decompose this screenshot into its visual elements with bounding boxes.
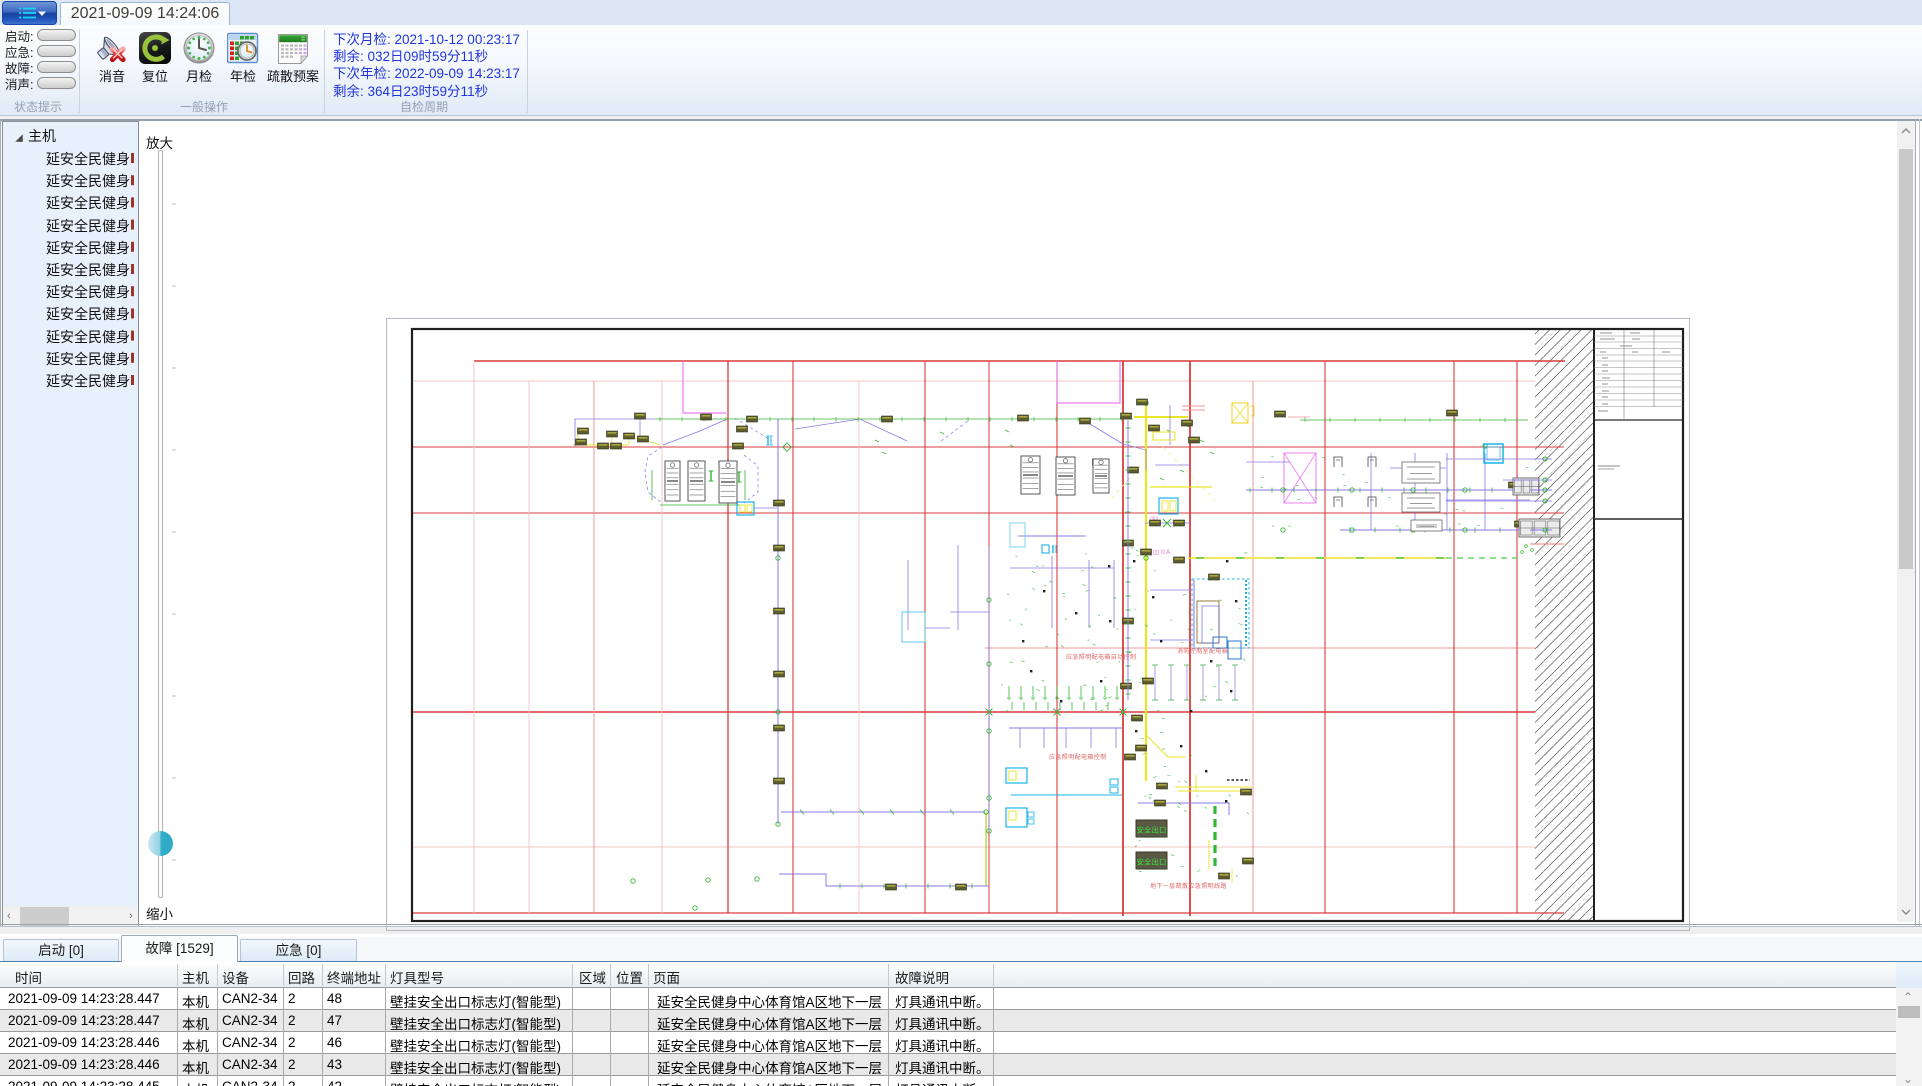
svg-text:应急照明配电箱控制: 应急照明配电箱控制 <box>1049 752 1107 761</box>
svg-text:地下一层疏散应急照明线路: 地下一层疏散应急照明线路 <box>1150 881 1227 890</box>
svg-text:安全出口: 安全出口 <box>1137 825 1167 836</box>
svg-text:应急照明配电箱自动控制: 应急照明配电箱自动控制 <box>1066 652 1136 661</box>
svg-text:消防控制室配电箱: 消防控制室配电箱 <box>1177 646 1228 655</box>
svg-text:▯▯ 0 A: ▯▯ 0 A <box>1153 550 1170 556</box>
svg-text:安全出口: 安全出口 <box>1137 857 1167 868</box>
